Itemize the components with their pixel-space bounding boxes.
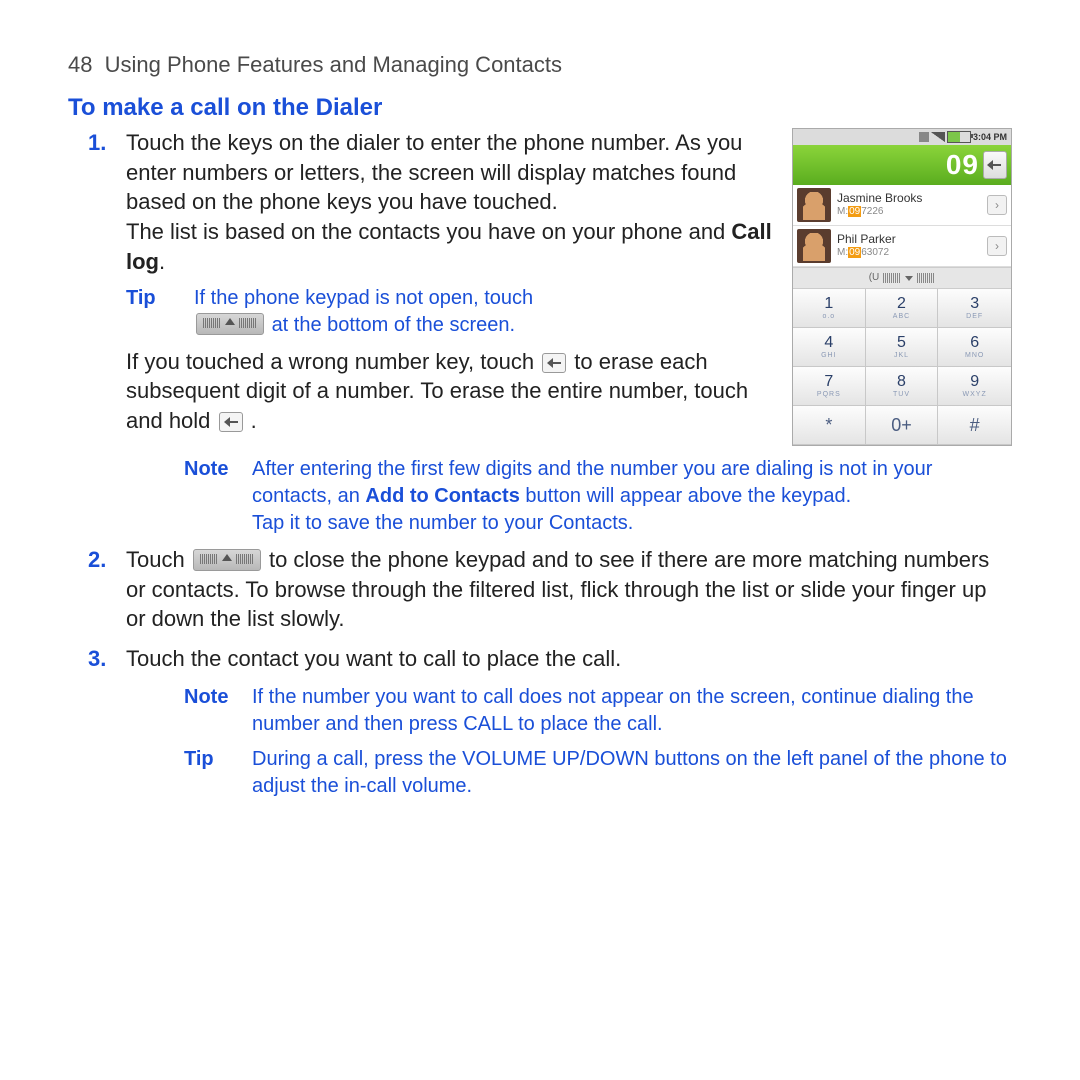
note-add-to-contacts: Note After entering the first few digits… — [68, 456, 1012, 537]
step-3: 3. Touch the contact you want to call to… — [68, 644, 1012, 674]
tip-label: Tip — [184, 746, 234, 800]
keypad-collapse-bar[interactable]: (U — [793, 267, 1011, 289]
section-heading: To make a call on the Dialer — [68, 92, 1012, 124]
note-continue-dial: Note If the number you want to call does… — [68, 684, 1012, 738]
phone-screenshot: 3:04 PM 09 Jasmine BrooksM:097226›Phil P… — [792, 128, 1012, 446]
signal-icon — [931, 132, 945, 142]
dial-key-7[interactable]: 7PQRS — [793, 367, 866, 406]
note-label: Note — [184, 456, 234, 537]
backspace-icon — [542, 353, 566, 373]
note-body: If the number you want to call does not … — [252, 684, 1012, 738]
status-time: 3:04 PM — [973, 131, 1007, 143]
tip-body: If the phone keypad is not open, touch a… — [194, 285, 782, 339]
step-number: 3. — [88, 644, 106, 674]
manual-page: 48 Using Phone Features and Managing Con… — [0, 0, 1080, 800]
keypad-mini-icon — [883, 273, 901, 283]
page-number: 48 — [68, 52, 92, 77]
running-header: 48 Using Phone Features and Managing Con… — [68, 50, 1012, 80]
chapter-title: Using Phone Features and Managing Contac… — [105, 52, 562, 77]
contact-number: M:097226 — [837, 205, 922, 219]
contact-name: Phil Parker — [837, 233, 896, 246]
entered-digits: 09 — [946, 146, 979, 184]
step-number: 2. — [88, 545, 106, 575]
dial-key-2[interactable]: 2ABC — [866, 289, 939, 328]
keypad-mini-icon — [917, 273, 935, 283]
step1-para2: The list is based on the contacts you ha… — [126, 217, 782, 276]
contact-avatar — [797, 229, 831, 263]
note-body: After entering the first few digits and … — [252, 456, 1012, 537]
contact-suggestion[interactable]: Phil ParkerM:0963072 › — [793, 226, 1011, 267]
dial-backspace-button[interactable] — [983, 151, 1007, 179]
backspace-icon — [219, 412, 243, 432]
dial-key-hash[interactable]: # — [938, 406, 1011, 445]
dial-key-5[interactable]: 5JKL — [866, 328, 939, 367]
dial-key-6[interactable]: 6MNO — [938, 328, 1011, 367]
tip-label: Tip — [126, 285, 176, 339]
contact-avatar — [797, 188, 831, 222]
dial-key-3[interactable]: 3DEF — [938, 289, 1011, 328]
step-1: 1. Touch the keys on the dialer to enter… — [68, 128, 1012, 446]
step-number: 1. — [88, 128, 106, 158]
contact-number: M:0963072 — [837, 246, 896, 260]
tip-volume: Tip During a call, press the VOLUME UP/D… — [68, 746, 1012, 800]
dial-key-star[interactable]: * — [793, 406, 866, 445]
contact-details-button[interactable]: › — [987, 236, 1007, 256]
contact-details-button[interactable]: › — [987, 195, 1007, 215]
keypad-open-icon — [196, 313, 264, 335]
step1-para1: Touch the keys on the dialer to enter th… — [126, 128, 782, 217]
dial-entry-bar: 09 — [793, 145, 1011, 185]
dial-keypad: 1o.o2ABC3DEF 4GHI5JKL6MNO 7PQRS8TUV9WXYZ *0… — [793, 289, 1011, 445]
dial-key-1[interactable]: 1o.o — [793, 289, 866, 328]
battery-icon — [947, 131, 971, 143]
contact-suggestion[interactable]: Jasmine BrooksM:097226 › — [793, 185, 1011, 226]
step1-tip: Tip If the phone keypad is not open, tou… — [126, 285, 782, 339]
status-bar: 3:04 PM — [793, 129, 1011, 145]
dial-key-0[interactable]: 0+ — [866, 406, 939, 445]
keypad-close-icon — [193, 549, 261, 571]
step1-para3: If you touched a wrong number key, touch… — [126, 347, 782, 436]
dial-key-4[interactable]: 4GHI — [793, 328, 866, 367]
chevron-down-icon — [905, 276, 913, 281]
tip-body: During a call, press the VOLUME UP/DOWN … — [252, 746, 1012, 800]
note-label: Note — [184, 684, 234, 738]
step-2: 2. Touch to close the phone keypad and t… — [68, 545, 1012, 634]
dial-key-8[interactable]: 8TUV — [866, 367, 939, 406]
dial-key-9[interactable]: 9WXYZ — [938, 367, 1011, 406]
network-3g-icon — [919, 132, 929, 142]
contact-name: Jasmine Brooks — [837, 192, 922, 205]
